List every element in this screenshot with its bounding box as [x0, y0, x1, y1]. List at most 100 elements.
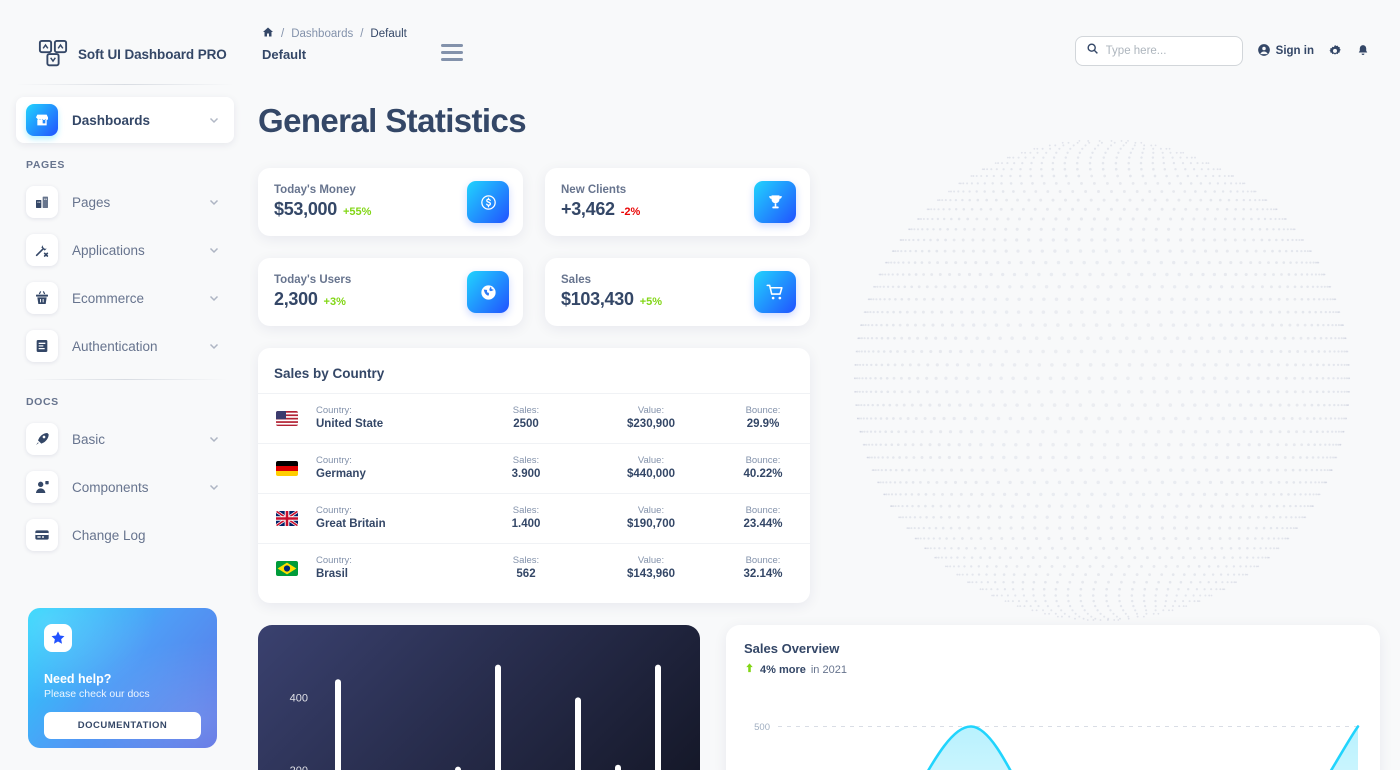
- chevron-down-icon: [209, 199, 219, 206]
- user-add-icon: [26, 471, 58, 503]
- breadcrumb-separator: /: [281, 27, 285, 40]
- sidebar-item-dashboards[interactable]: Dashboards: [16, 97, 234, 143]
- chevron-down-icon: [209, 295, 219, 302]
- sales-by-country-title: Sales by Country: [274, 366, 385, 381]
- home-icon[interactable]: [262, 26, 274, 42]
- sign-in-label: Sign in: [1275, 45, 1314, 57]
- sign-in-button[interactable]: Sign in: [1257, 43, 1314, 60]
- cell-label: Country:: [316, 554, 352, 566]
- cell-country: United State: [316, 417, 384, 430]
- cell-label: Value:: [637, 454, 665, 466]
- cell-value: $230,900: [627, 417, 675, 430]
- sidebar-item-label: Applications: [72, 242, 145, 258]
- stat-label: Today's Money: [274, 184, 356, 196]
- chevron-down-icon: [209, 343, 219, 350]
- flag-br: [276, 561, 298, 576]
- rocket-icon: [26, 423, 58, 455]
- credit-card-icon: [26, 519, 58, 551]
- cell-country: Germany: [316, 467, 366, 480]
- stat-card-todays-users[interactable]: Today's Users 2,300 +3%: [258, 258, 523, 326]
- breadcrumb-page-label: Default: [262, 46, 307, 62]
- stat-card-todays-money[interactable]: Today's Money $53,000 +55%: [258, 168, 523, 236]
- shop-icon: [26, 104, 58, 136]
- stat-label: Today's Users: [274, 274, 352, 286]
- cell-country: Great Britain: [316, 517, 386, 530]
- cell-label: Bounce:: [745, 504, 781, 516]
- topbar: / Dashboards / Default Default Type here…: [250, 0, 1400, 84]
- sidebar-item-ecommerce[interactable]: Ecommerce: [16, 275, 234, 321]
- chevron-down-icon: [209, 484, 219, 491]
- sidebar-item-pages[interactable]: Pages: [16, 179, 234, 225]
- cell-value: $190,700: [627, 517, 675, 530]
- main-content: / Dashboards / Default Default Type here…: [250, 0, 1400, 770]
- arrow-up-icon: [744, 662, 755, 677]
- search-input[interactable]: [1105, 45, 1232, 57]
- cell-bounce: 32.14%: [743, 567, 783, 580]
- search-box[interactable]: [1074, 36, 1243, 66]
- stat-value: $53,000: [274, 199, 337, 219]
- svg-text:500: 500: [754, 722, 770, 733]
- cell-sales: 1.400: [511, 517, 541, 530]
- gear-icon[interactable]: [1328, 44, 1342, 58]
- breadcrumb: / Dashboards / Default Default: [262, 26, 407, 62]
- stat-value: 2,300: [274, 289, 318, 309]
- brand[interactable]: Soft UI Dashboard PRO: [0, 0, 250, 80]
- cell-label: Country:: [316, 454, 352, 466]
- stat-delta: +5%: [639, 296, 663, 308]
- breadcrumb-default: Default: [370, 27, 407, 40]
- stat-delta: +55%: [342, 206, 372, 218]
- sidebar-item-label: Authentication: [72, 338, 158, 354]
- bottom-charts-row: 0200400 Sales Overview 4% more in 2021 4…: [258, 625, 1400, 770]
- chevron-down-icon: [209, 436, 219, 443]
- star-icon: [44, 624, 72, 652]
- table-row[interactable]: Country: United State Sales: 2500 Value:…: [258, 393, 810, 443]
- cell-label: Country:: [316, 504, 352, 516]
- table-row[interactable]: Country: Great Britain Sales: 1.400 Valu…: [258, 493, 810, 543]
- breadcrumb-separator: /: [360, 27, 364, 40]
- account-circle-icon: [1257, 43, 1271, 60]
- table-row[interactable]: Country: Germany Sales: 3.900 Value: $44…: [258, 443, 810, 493]
- stat-card-grid: Today's Money $53,000 +55% New Clients +…: [258, 168, 1400, 326]
- flag-de: [276, 461, 298, 476]
- trophy-icon: [754, 181, 796, 223]
- cell-label: Country:: [316, 404, 352, 416]
- sidebar-item-label: Change Log: [72, 527, 146, 543]
- cell-label: Sales:: [512, 404, 540, 416]
- sidebar-heading-docs: DOCS: [26, 396, 59, 408]
- page-title: General Statistics: [258, 102, 527, 139]
- office-icon: [26, 186, 58, 218]
- cell-sales: 3.900: [511, 467, 541, 480]
- stat-card-new-clients[interactable]: New Clients +3,462 -2%: [545, 168, 810, 236]
- sales-overview-card: Sales Overview 4% more in 2021 400500: [726, 625, 1380, 770]
- flag-us: [276, 411, 298, 426]
- cell-label: Bounce:: [745, 554, 781, 566]
- breadcrumb-dashboards[interactable]: Dashboards: [291, 28, 353, 41]
- cell-bounce: 40.22%: [743, 467, 783, 480]
- sidebar-nav: Dashboards PAGES Pages Applications Ecom…: [0, 85, 250, 558]
- documentation-button[interactable]: DOCUMENTATION: [44, 712, 201, 739]
- chevron-down-icon: [209, 117, 219, 124]
- help-card-title: Need help?: [44, 672, 112, 686]
- cell-label: Value:: [637, 554, 665, 566]
- bell-icon[interactable]: [1356, 44, 1370, 58]
- sidebar-item-applications[interactable]: Applications: [16, 227, 234, 273]
- shopping-cart-icon: [754, 271, 796, 313]
- sidebar-item-authentication[interactable]: Authentication: [16, 323, 234, 369]
- table-row[interactable]: Country: Brasil Sales: 562 Value: $143,9…: [258, 543, 810, 593]
- sidebar-item-change-log[interactable]: Change Log: [16, 512, 234, 558]
- sidebar-item-basic[interactable]: Basic: [16, 416, 234, 462]
- flag-gb: [276, 511, 298, 526]
- cell-label: Sales:: [512, 454, 540, 466]
- sidebar-item-components[interactable]: Components: [16, 464, 234, 510]
- cell-label: Sales:: [512, 554, 540, 566]
- basket-icon: [26, 282, 58, 314]
- stat-label: New Clients: [561, 184, 627, 196]
- sidebar: Soft UI Dashboard PRO Dashboards PAGES P…: [0, 0, 250, 770]
- stat-card-sales[interactable]: Sales $103,430 +5%: [545, 258, 810, 326]
- sidebar-item-label: Basic: [72, 431, 106, 447]
- dark-bar-chart-card: 0200400: [258, 625, 700, 770]
- cell-label: Sales:: [512, 504, 540, 516]
- brand-name: Soft UI Dashboard PRO: [78, 46, 227, 62]
- hamburger-menu-icon[interactable]: [440, 44, 463, 65]
- search-icon: [1086, 42, 1099, 60]
